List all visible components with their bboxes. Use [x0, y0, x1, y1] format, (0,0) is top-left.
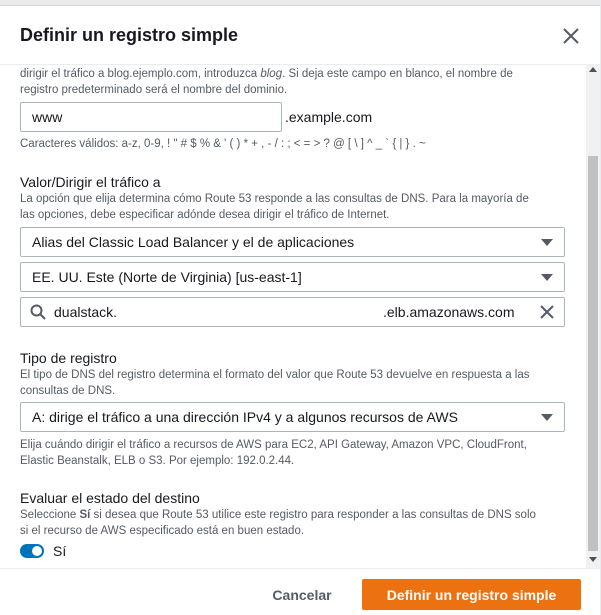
endpoint-select[interactable]: Alias del Classic Load Balancer y el de …	[20, 227, 565, 257]
health-desc-1: Seleccione Sí si desea que Route 53 util…	[20, 507, 536, 523]
record-name-input[interactable]: www	[20, 102, 282, 132]
toggle-knob	[32, 546, 42, 556]
modal-header: Definir un registro simple	[0, 6, 600, 65]
record-name-help-line2: registro predeterminado será el nombre d…	[20, 84, 288, 96]
record-name-help-italic: blog	[260, 68, 283, 80]
health-desc-1-bold: Sí	[79, 509, 91, 521]
health-desc-1a: Seleccione	[20, 509, 80, 521]
record-type-hint-2: Elastic Beanstalk, ELB o S3. Por ejemplo…	[20, 455, 295, 467]
record-type-select-value: A: dirige el tráfico a una dirección IPv…	[32, 409, 458, 425]
scroll-up-icon[interactable]	[589, 67, 597, 72]
scroll-down-icon[interactable]	[589, 557, 597, 562]
record-name-help: dirigir el tráfico a blog.ejemplo.com, i…	[20, 66, 560, 82]
health-desc-2: si el recurso de AWS especificado está e…	[20, 525, 305, 537]
record-name-help-part1: dirigir el tráfico a blog.ejemplo.com, i…	[20, 68, 261, 80]
value-target-desc-2: las opciones, debe especificar adónde de…	[20, 209, 390, 221]
health-toggle[interactable]	[20, 544, 44, 558]
cancel-button[interactable]: Cancelar	[260, 581, 344, 609]
caret-down-icon	[541, 239, 553, 246]
value-target-label: Valor/Dirigir el tráfico a	[20, 174, 161, 190]
valid-characters-hint: Caracteres válidos: a-z, 0-9, ! " # $ % …	[20, 138, 426, 150]
load-balancer-search-input[interactable]: dualstack. .elb.amazonaws.com	[20, 297, 565, 327]
record-type-desc-1: El tipo de DNS del registro determina el…	[20, 369, 530, 381]
region-select-value: EE. UU. Este (Norte de Virginia) [us-eas…	[32, 269, 302, 285]
health-desc-1b: si desea que Route 53 utilice este regis…	[90, 509, 536, 521]
caret-down-icon	[541, 414, 553, 421]
modal-content: dirigir el tráfico a blog.ejemplo.com, i…	[0, 64, 586, 568]
health-toggle-label: Sí	[53, 543, 67, 559]
caret-down-icon	[541, 274, 553, 281]
define-record-modal: Definir un registro simple dirigir el tr…	[0, 5, 600, 615]
scrollbar-thumb[interactable]	[588, 156, 598, 551]
endpoint-select-value: Alias del Classic Load Balancer y el de …	[32, 234, 355, 250]
record-name-value: www	[32, 109, 63, 125]
define-record-button[interactable]: Definir un registro simple	[362, 579, 581, 610]
record-name-help-part2: . Si deja este campo en blanco, el nombr…	[282, 68, 513, 80]
clear-icon[interactable]	[539, 304, 555, 325]
value-target-desc-1: La opción que elija determina cómo Route…	[20, 193, 529, 205]
search-value-suffix: .elb.amazonaws.com	[383, 304, 515, 320]
search-value-prefix: dualstack.	[54, 304, 118, 320]
record-type-select[interactable]: A: dirige el tráfico a una dirección IPv…	[20, 402, 565, 432]
record-type-label: Tipo de registro	[20, 350, 117, 366]
record-type-hint-1: Elija cuándo dirigir el tráfico a recurs…	[20, 439, 527, 451]
search-icon	[30, 304, 46, 325]
health-label: Evaluar el estado del destino	[20, 490, 200, 506]
domain-suffix: .example.com	[285, 109, 373, 125]
modal-title: Definir un registro simple	[20, 25, 239, 45]
region-select[interactable]: EE. UU. Este (Norte de Virginia) [us-eas…	[20, 262, 565, 292]
close-icon[interactable]	[559, 24, 583, 48]
modal-footer: Cancelar Definir un registro simple	[0, 568, 600, 615]
record-type-desc-2: consultas de DNS.	[20, 385, 116, 397]
